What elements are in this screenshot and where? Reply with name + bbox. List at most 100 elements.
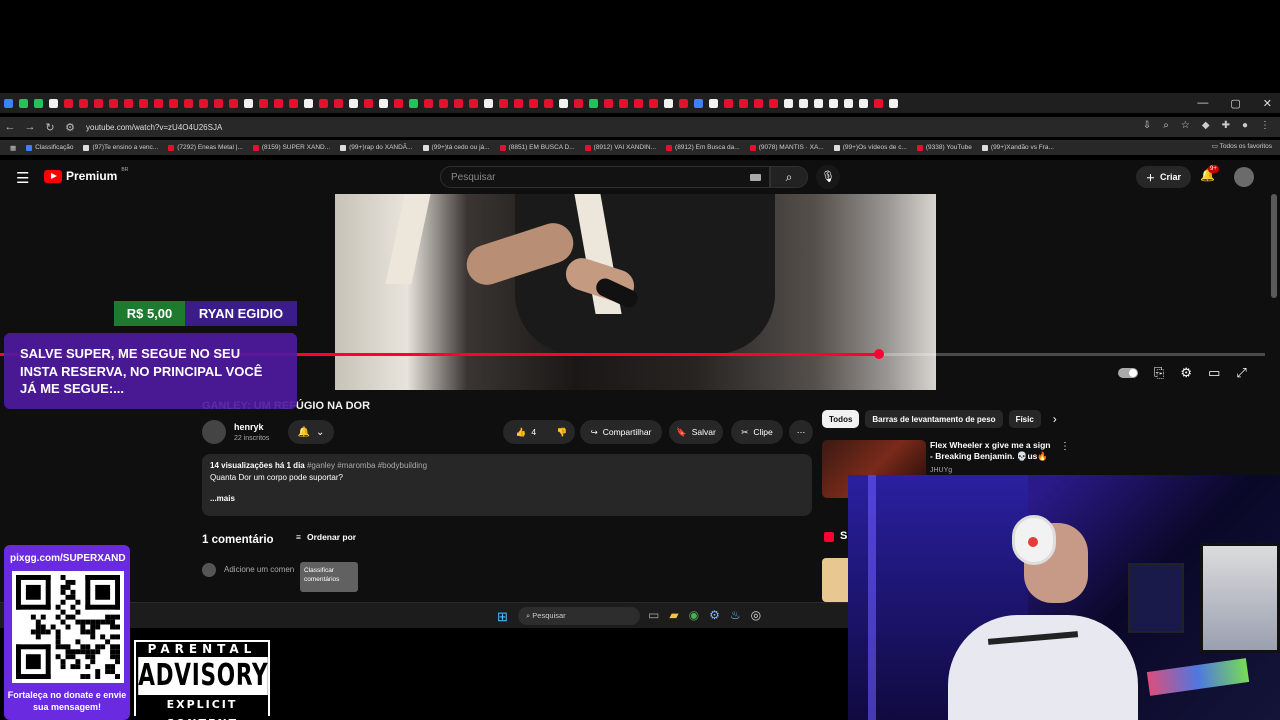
save-button[interactable]: 🔖 Salvar: [669, 420, 723, 444]
browser-tab-favicon[interactable]: [394, 98, 403, 108]
app-icon[interactable]: ◎: [751, 608, 761, 622]
recommendation-channel[interactable]: JHUYg: [930, 467, 952, 474]
sort-comments-button[interactable]: ≡ Ordenar por: [296, 532, 356, 542]
browser-tab-favicon[interactable]: [304, 98, 313, 108]
browser-tab-favicon[interactable]: [709, 98, 718, 108]
browser-tab-favicon[interactable]: [169, 98, 178, 108]
browser-tab-favicon[interactable]: [109, 98, 118, 108]
search-input[interactable]: Pesquisar: [440, 166, 770, 188]
description-box[interactable]: 14 visualizações há 1 dia #ganley #marom…: [202, 454, 812, 516]
browser-tab-favicon[interactable]: [664, 98, 673, 108]
account-avatar[interactable]: [1234, 167, 1254, 187]
autoplay-toggle[interactable]: [1118, 368, 1138, 378]
browser-tab-favicon[interactable]: [739, 98, 748, 108]
forward-icon[interactable]: →: [20, 121, 40, 133]
star-icon[interactable]: ☆: [1181, 120, 1190, 131]
bookmark-item[interactable]: (8851) EM BUSCA D...: [499, 144, 575, 151]
create-button[interactable]: ＋ Criar: [1136, 166, 1192, 188]
voice-search-button[interactable]: 🎙: [816, 165, 840, 189]
windows-start-icon[interactable]: ⊞: [497, 609, 508, 625]
browser-tab-favicon[interactable]: [724, 98, 733, 108]
browser-tab-favicon[interactable]: [49, 98, 58, 108]
browser-tab-favicon[interactable]: [859, 98, 868, 108]
browser-tab-favicon[interactable]: [499, 98, 508, 108]
browser-tab-favicon[interactable]: [784, 98, 793, 108]
browser-tab-favicon[interactable]: [379, 98, 388, 108]
recommendation-title[interactable]: Flex Wheeler x give me a sign - Breaking…: [930, 440, 1054, 463]
browser-tab-favicon[interactable]: [154, 98, 163, 108]
hashtags[interactable]: #ganley #maromba #bodybuilding: [307, 461, 427, 470]
menu-icon[interactable]: ⋮: [1260, 120, 1270, 131]
install-icon[interactable]: ⇩: [1143, 120, 1151, 131]
browser-tab-favicon[interactable]: [349, 98, 358, 108]
browser-tab-favicon[interactable]: [469, 98, 478, 108]
reload-icon[interactable]: ↻: [40, 121, 60, 134]
browser-tab-favicon[interactable]: [19, 98, 28, 108]
browser-tab-favicon[interactable]: [874, 98, 883, 108]
bookmark-item[interactable]: (9078) MANTIS · XA...: [749, 144, 824, 151]
browser-tab-favicon[interactable]: [604, 98, 613, 108]
all-bookmarks[interactable]: ▭ Todos os favoritos: [1212, 142, 1272, 150]
browser-tab-favicon[interactable]: [844, 98, 853, 108]
bookmark-item[interactable]: (97)Te ensino a venc...: [83, 144, 158, 151]
browser-tab-favicon[interactable]: [769, 98, 778, 108]
chevron-right-icon[interactable]: ›: [1053, 412, 1057, 426]
chip-barbells[interactable]: Barras de levantamento de peso: [865, 410, 1003, 428]
browser-tab-favicon[interactable]: [814, 98, 823, 108]
browser-tab-favicon[interactable]: [559, 98, 568, 108]
settings-gear-icon[interactable]: ⚙: [1180, 365, 1192, 381]
browser-tab-favicon[interactable]: [124, 98, 133, 108]
browser-tab-favicon[interactable]: [364, 98, 373, 108]
browser-tab-favicon[interactable]: [199, 98, 208, 108]
settings-icon[interactable]: ⚙: [709, 608, 720, 622]
browser-tab-favicon[interactable]: [139, 98, 148, 108]
file-explorer-icon[interactable]: ▰: [669, 608, 678, 622]
browser-tab-favicon[interactable]: [424, 98, 433, 108]
bookmark-item[interactable]: (99+)rap do XANDÃ...: [340, 144, 413, 151]
bookmark-item[interactable]: (99+)tá cedo ou já...: [422, 144, 490, 151]
fullscreen-icon[interactable]: ⤢: [1236, 365, 1246, 381]
video-player[interactable]: [335, 194, 936, 390]
add-comment-input[interactable]: Adicione um comen: [224, 565, 294, 574]
browser-tab-favicon[interactable]: [274, 98, 283, 108]
browser-tab-favicon[interactable]: [889, 98, 898, 108]
search-button[interactable]: ⌕: [770, 166, 808, 188]
browser-tab-favicon[interactable]: [184, 98, 193, 108]
clip-button[interactable]: ✂ Clipe: [731, 420, 783, 444]
bookmark-item[interactable]: (8159) SUPER XAND...: [252, 144, 330, 151]
recommendation-menu-icon[interactable]: ⋮: [1060, 441, 1070, 452]
browser-tab-favicon[interactable]: [529, 98, 538, 108]
browser-tab-favicon[interactable]: [34, 98, 43, 108]
bookmark-item[interactable]: Classificação: [26, 144, 73, 151]
close-icon[interactable]: ✕: [1263, 97, 1272, 110]
browser-tab-favicon[interactable]: [454, 98, 463, 108]
chip-physique[interactable]: Físic: [1008, 410, 1041, 428]
bookmark-item[interactable]: (7292) Eneas Metal |...: [168, 144, 243, 151]
browser-tab-favicon[interactable]: [589, 98, 598, 108]
browser-tab-favicon[interactable]: [244, 98, 253, 108]
share-button[interactable]: ↪ Compartilhar: [580, 420, 662, 444]
browser-tab-favicon[interactable]: [319, 98, 328, 108]
subscription-notifications-button[interactable]: 🔔 ⌄: [288, 420, 334, 444]
more-actions-button[interactable]: ⋯: [789, 420, 813, 444]
theater-mode-icon[interactable]: ▭: [1208, 365, 1220, 381]
zoom-icon[interactable]: ⌕: [1163, 120, 1169, 131]
browser-tab-favicon[interactable]: [484, 98, 493, 108]
url-field[interactable]: youtube.com/watch?v=zU4O4U26SJA: [86, 123, 222, 132]
browser-tab-favicon[interactable]: [634, 98, 643, 108]
dislike-button[interactable]: 👎: [549, 420, 575, 444]
extension-icon[interactable]: ◆: [1202, 120, 1210, 131]
browser-tab-favicon[interactable]: [679, 98, 688, 108]
browser-tab-favicon[interactable]: [619, 98, 628, 108]
show-more-link[interactable]: ...mais: [210, 494, 804, 503]
profile-icon[interactable]: ●: [1242, 120, 1248, 131]
browser-tab-favicon[interactable]: [334, 98, 343, 108]
minimize-icon[interactable]: —: [1197, 97, 1208, 109]
hamburger-menu-icon[interactable]: ☰: [16, 169, 29, 187]
taskbar-search[interactable]: ⌕ Pesquisar: [518, 607, 640, 625]
browser-tab-favicon[interactable]: [64, 98, 73, 108]
chrome-icon[interactable]: ◉: [689, 608, 699, 622]
subtitles-icon[interactable]: ⎘: [1154, 365, 1164, 381]
browser-tab-favicon[interactable]: [439, 98, 448, 108]
page-scrollbar[interactable]: [1271, 194, 1277, 298]
